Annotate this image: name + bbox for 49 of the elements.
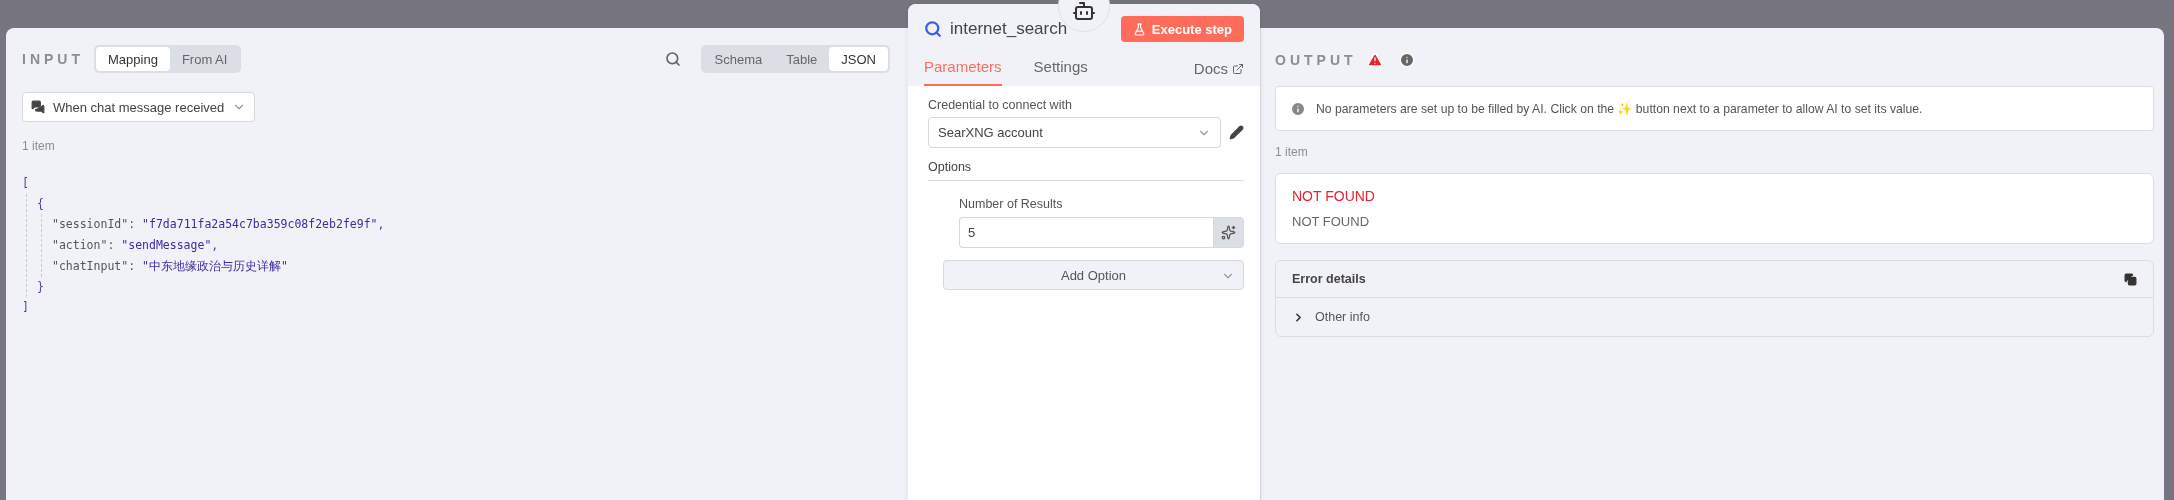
search-icon (924, 20, 942, 38)
copy-icon[interactable] (2124, 272, 2137, 286)
docs-link[interactable]: Docs (1193, 60, 1244, 86)
mode-tab[interactable]: From AI (169, 47, 240, 71)
error-message: NOT FOUND (1292, 214, 1371, 229)
json-bracket: [ (22, 175, 29, 192)
mode-tab[interactable]: Mapping (96, 47, 170, 71)
view-tab[interactable]: Table (774, 47, 830, 71)
item-count: 1 item (22, 139, 56, 153)
credential-select[interactable]: SearXNG account (928, 117, 1221, 148)
json-bracket: } (37, 278, 44, 296)
field-label: Credential to connect with (928, 98, 1073, 112)
field-label: Number of Results (959, 197, 1064, 211)
info-icon (1290, 100, 1306, 117)
panel-title: OUTPUT (1275, 52, 1357, 68)
json-key: "sessionId": (52, 214, 136, 236)
warning-icon (1366, 52, 1383, 68)
json-value: "f7da711fa2a54c7ba359c08f2eb2fe9f" (142, 216, 378, 234)
section-heading: Options (928, 160, 1244, 181)
json-bracket: { (37, 195, 44, 213)
sparkle-icon (1221, 225, 1236, 240)
trigger-dropdown[interactable]: When chat message received (22, 92, 256, 122)
json-value: "sendMessage" (121, 237, 212, 255)
notice-text: No parameters are set up to be filled by AI. Click on the ✨ button next to a parameter to allow AI to set its value. (1316, 101, 1923, 116)
chat-icon (31, 100, 45, 114)
json-comma: , (377, 216, 385, 234)
external-link-icon (1232, 62, 1244, 75)
add-option-button[interactable]: Add Option (943, 260, 1244, 290)
panel-title: INPUT (22, 51, 84, 67)
json-key: "action": (52, 235, 115, 256)
error-title: NOT FOUND (1292, 188, 1376, 204)
view-tab[interactable]: Schema (702, 47, 775, 71)
details-title: Error details (1292, 272, 1366, 286)
json-bracket: ] (22, 299, 29, 317)
json-value: "中东地缘政治与历史详解" (142, 257, 288, 275)
info-icon[interactable] (1398, 52, 1415, 68)
view-tab[interactable]: JSON (829, 47, 888, 71)
details-section[interactable]: Other info (1276, 298, 2153, 336)
flask-icon (1132, 22, 1146, 36)
node-title: internet_search (950, 19, 1068, 39)
settings-tab[interactable]: Settings (1033, 52, 1088, 86)
search-icon[interactable] (664, 51, 681, 67)
robot-icon (1072, 0, 1096, 23)
number-field[interactable]: 5 (959, 217, 1213, 248)
sparkle-button[interactable] (1213, 217, 1244, 248)
json-comma: , (211, 237, 219, 255)
json-key: "chatInput": (52, 255, 136, 277)
pencil-icon[interactable] (1229, 125, 1244, 140)
item-count: 1 item (1275, 145, 1309, 159)
